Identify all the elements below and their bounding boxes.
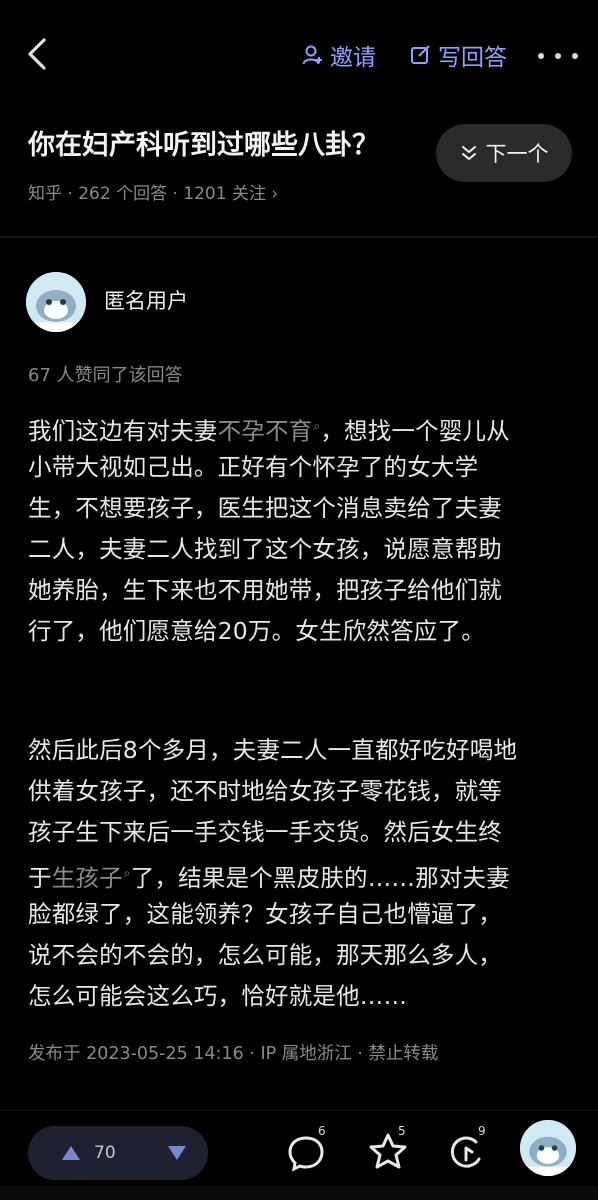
write-answer-label: 写回答 [438,45,507,71]
text-line: 怎么可能会这么巧，恰好就是他…… [28,982,408,1010]
write-answer-button[interactable]: 写回答 [410,38,507,72]
more-options-icon[interactable] [538,44,578,68]
answer-paragraph-1: 我们这边有对夫妻不孕不育⌕，想找一个婴儿从 小带大视如己出。正好有个怀孕了的女大… [28,406,584,652]
like-button[interactable]: 9 [444,1124,488,1178]
invite-button[interactable]: 邀请 [302,38,376,72]
edit-icon [411,45,430,64]
text-segment: 于 [28,863,52,892]
vote-control: 70 [28,1126,208,1180]
favorite-button[interactable]: 5 [366,1124,410,1178]
double-chevron-down-icon [461,146,476,160]
text-segment: ，想找一个婴儿从 [320,416,510,445]
answer-paragraph-2: 然后此后8个多月，夫妻二人一直都好吃好喝地 供着女孩子，还不时地给女孩子零花钱，… [28,730,584,1017]
comment-count: 6 [318,1124,326,1138]
keyword-link[interactable]: 不孕不育⌕ [218,417,321,445]
back-button[interactable] [22,34,60,74]
text-line: 脸都绿了，这能领养？女孩子自己也懵逼了， [28,900,502,928]
next-question-button[interactable]: 下一个 [436,124,572,182]
likes-summary: 67 人赞同了该回答 [28,365,183,386]
upvote-icon[interactable] [62,1146,80,1160]
text-segment: 了，结果是个黑皮肤的……那对夫妻 [130,863,510,892]
text-line: 二人，夫妻二人找到了这个女孩，说愿意帮助 [28,535,502,563]
text-line: 我们这边有对夫妻不孕不育⌕，想找一个婴儿从 [28,406,584,447]
text-line: 于生孩子⌕了，结果是个黑皮肤的……那对夫妻 [28,853,584,894]
question-meta[interactable]: 知乎 · 262 个回答 · 1201 关注 › [28,180,278,208]
text-line: 说不会的不会的，怎么可能，那天那么多人， [28,941,502,969]
back-arrow-icon [28,38,46,70]
text-line: 然后此后8个多月，夫妻二人一直都好吃好喝地 [28,736,518,764]
section-divider [0,236,598,238]
my-avatar[interactable] [520,1120,576,1176]
text-line: 小带大视如己出。正好有个怀孕了的女大学 [28,453,479,481]
text-line: 行了，他们愿意给20万。女生欣然答应了。 [28,617,485,645]
publish-info: 发布于 2023-05-25 14:16 · IP 属地浙江 · 禁止转载 [28,1044,439,1064]
invite-label: 邀请 [330,45,376,71]
vote-count: 70 [94,1143,116,1163]
add-person-icon [302,45,322,65]
anonymous-avatar-icon [520,1120,576,1176]
question-title[interactable]: 你在妇产科听到过哪些八卦？ [28,126,428,166]
text-line: 供着女孩子，还不时地给女孩子零花钱，就等 [28,777,502,805]
keyword-link[interactable]: 生孩子⌕ [52,864,131,892]
keyword-text: 不孕不育 [217,416,313,445]
author-name[interactable]: 匿名用户 [104,286,188,316]
text-line: 生，不想要孩子，医生把这个消息卖给了夫妻 [28,494,502,522]
comment-button[interactable]: 6 [284,1124,328,1178]
text-line: 她养胎，生下来也不用她带，把孩子给他们就 [28,576,502,604]
avatar[interactable] [26,272,86,332]
downvote-icon[interactable] [168,1146,186,1160]
favorite-count: 5 [398,1124,406,1138]
keyword-text: 生孩子 [51,863,123,892]
bottom-bar-divider [0,1110,598,1111]
text-segment: 我们这边有对夫妻 [28,416,218,445]
home-indicator [0,1186,598,1200]
anonymous-avatar-icon [26,272,86,332]
text-line: 孩子生下来后一手交钱一手交货。然后女生终 [28,818,502,846]
search-icon: ⌕ [123,866,131,880]
next-question-label: 下一个 [485,142,549,166]
like-count: 9 [478,1124,486,1138]
